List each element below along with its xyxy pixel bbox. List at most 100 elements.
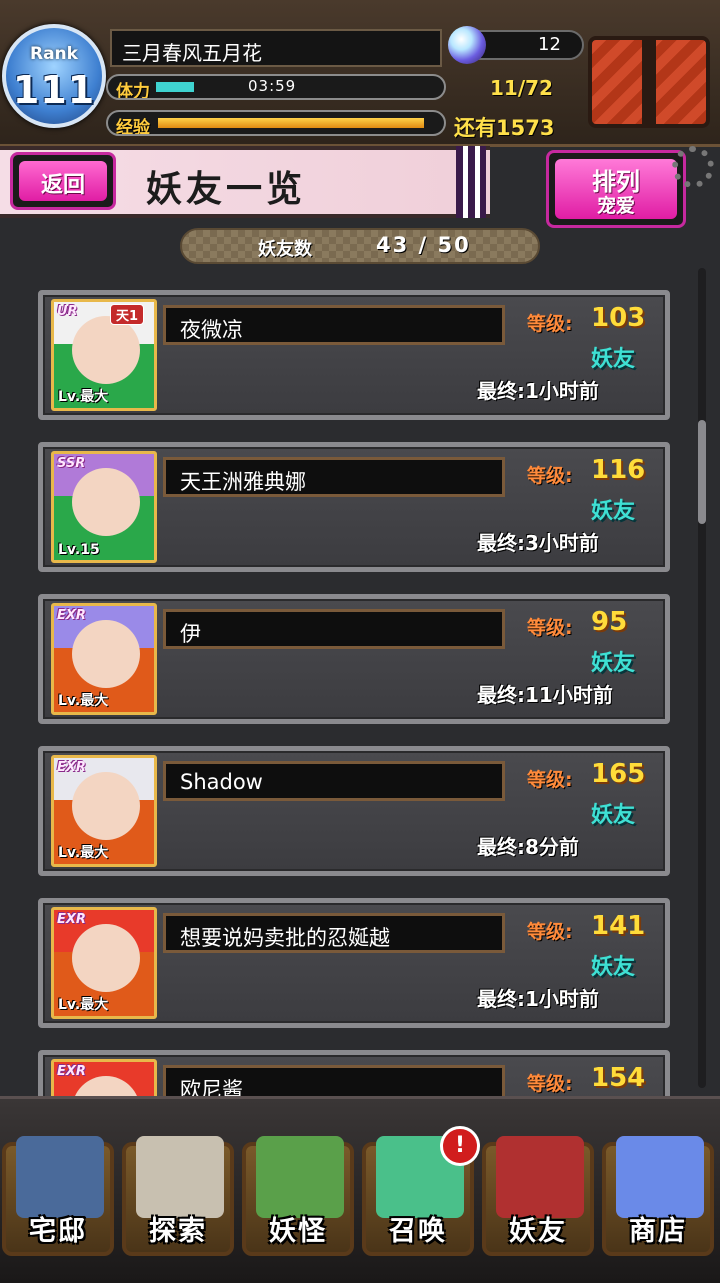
- friend-count-value: 43 / 50: [376, 233, 471, 257]
- friend-name: 想要说妈卖批的忍娫越: [180, 926, 390, 950]
- friend-card[interactable]: SSR Lv.15 天王洲雅典娜 等级: 116 妖友 最终:3小时前: [38, 442, 670, 572]
- magnifier-icon: [136, 1136, 224, 1218]
- stamina-count: 11/72: [490, 76, 553, 100]
- friend-list[interactable]: UR 天1 Lv.最大 夜微凉 等级: 103 妖友 最终:1小时前 SSR Lv.15 天王洲雅典…: [0, 280, 720, 1096]
- friend-card[interactable]: EXR Lv.最大 想要说妈卖批的忍娫越 等级: 141 妖友最终:1小时前: [38, 898, 670, 1028]
- relation-status: 妖友: [591, 955, 636, 980]
- sort-button[interactable]: 排列 宠爱: [546, 150, 686, 228]
- last-seen: 最终:8分前: [477, 835, 579, 859]
- nav-label: 探索: [149, 1216, 207, 1247]
- friend-name: 欧尼酱: [180, 1078, 243, 1096]
- card-level: Lv.最大: [58, 389, 109, 405]
- avatar[interactable]: EXR: [51, 1059, 157, 1096]
- back-button[interactable]: 返回: [10, 152, 116, 210]
- nav-label: 妖友: [509, 1216, 567, 1247]
- catgirl-icon: [496, 1136, 584, 1218]
- level-label: 等级:: [527, 1073, 573, 1095]
- friend-name-box: 天王洲雅典娜: [163, 457, 505, 497]
- nav-label: 宅邸: [29, 1216, 87, 1247]
- level-label: 等级:: [527, 617, 573, 639]
- nav-button[interactable]: 宅邸: [2, 1136, 114, 1256]
- friend-name: 伊: [180, 622, 201, 646]
- friend-name-box: 欧尼酱: [163, 1065, 505, 1096]
- orb-icon: [616, 1136, 704, 1218]
- avatar[interactable]: EXR Lv.最大: [51, 907, 157, 1019]
- friend-name-box: 伊: [163, 609, 505, 649]
- last-seen: 最终:1小时前: [477, 379, 599, 403]
- gift-box-band: [642, 40, 656, 124]
- card-level: Lv.15: [58, 542, 100, 558]
- nav-button[interactable]: 商店: [602, 1136, 714, 1256]
- friend-count-label: 妖友数: [258, 239, 312, 260]
- level-label: 等级:: [527, 921, 573, 943]
- friend-card[interactable]: EXR Lv.最大 伊 等级: 95 妖友 最终:11小时前: [38, 594, 670, 724]
- nav-button[interactable]: 妖友: [482, 1136, 594, 1256]
- player-name: 三月春风五月花: [122, 41, 262, 65]
- gear-icon: [672, 146, 714, 188]
- stamina-fill: [156, 82, 194, 92]
- rarity-badge: EXR: [57, 1064, 86, 1079]
- friend-count-pill: 妖友数 43 / 50: [180, 228, 540, 264]
- player-level: 165: [591, 759, 646, 789]
- nav-label: 妖怪: [269, 1216, 327, 1247]
- gift-box-icon[interactable]: [588, 36, 710, 128]
- relation-status: 妖友: [591, 347, 636, 372]
- friend-name: Shadow: [180, 770, 263, 794]
- friend-card[interactable]: EXR Lv.最大 Shadow 等级: 165 妖友 最终:8分前: [38, 746, 670, 876]
- orb-icon: [448, 26, 486, 64]
- rank-value: 111: [12, 68, 96, 112]
- friend-name-box: 夜微凉: [163, 305, 505, 345]
- stamina-label: 体力: [116, 82, 150, 100]
- friend-card[interactable]: EXR 欧尼酱 等级: 154: [38, 1050, 670, 1096]
- exp-fill: [158, 118, 424, 128]
- relation-status: 妖友: [591, 803, 636, 828]
- player-level: 154: [591, 1063, 646, 1093]
- rarity-badge: SSR: [57, 456, 86, 471]
- friend-name-box: 想要说妈卖批的忍娫越: [163, 913, 505, 953]
- alert-badge: !: [440, 1126, 480, 1166]
- relation-status: 妖友: [591, 651, 636, 676]
- nav-label: 商店: [629, 1216, 687, 1247]
- scrollbar-track[interactable]: [698, 268, 706, 1088]
- player-level: 141: [591, 911, 646, 941]
- avatar-face: [72, 772, 140, 840]
- friend-card[interactable]: UR 天1 Lv.最大 夜微凉 等级: 103 妖友最终:1小时前: [38, 290, 670, 420]
- back-button-face: 返回: [19, 161, 107, 201]
- level-label: 等级:: [527, 313, 573, 335]
- rarity-badge: UR: [57, 304, 78, 319]
- player-level: 116: [591, 455, 646, 485]
- level-label: 等级:: [527, 769, 573, 791]
- sort-button-face: 排列 宠爱: [555, 159, 677, 219]
- rank-label: Rank: [30, 44, 78, 64]
- last-seen: 最终:3小时前: [477, 531, 599, 555]
- relation-status: 妖友: [591, 499, 636, 524]
- avatar[interactable]: EXR Lv.最大: [51, 603, 157, 715]
- nav-label: 召唤: [389, 1216, 447, 1247]
- avatar[interactable]: SSR Lv.15: [51, 451, 157, 563]
- player-level: 95: [591, 607, 628, 637]
- scroll-icon: [256, 1136, 344, 1218]
- rarity-badge: EXR: [57, 608, 86, 623]
- stamina-bar: 体力 03:59: [106, 74, 446, 100]
- avatar-face: [72, 316, 140, 384]
- rarity-badge: EXR: [57, 760, 86, 775]
- scrollbar-thumb[interactable]: [698, 420, 706, 524]
- friend-name: 夜微凉: [180, 318, 243, 342]
- avatar[interactable]: EXR Lv.最大: [51, 755, 157, 867]
- exp-remaining: 还有1573: [454, 116, 555, 140]
- nav-button[interactable]: 探索: [122, 1136, 234, 1256]
- card-level: Lv.最大: [58, 693, 109, 709]
- avatar[interactable]: UR 天1 Lv.最大: [51, 299, 157, 411]
- rank-badge[interactable]: Rank 111: [2, 24, 106, 128]
- rarity-badge: EXR: [57, 912, 86, 927]
- exp-bar: 经验: [106, 110, 446, 136]
- player-level: 103: [591, 303, 646, 333]
- back-label: 返回: [40, 173, 85, 198]
- player-name-box: 三月春风五月花: [110, 29, 442, 67]
- last-seen: 最终:1小时前: [477, 987, 599, 1011]
- stamina-timer: 03:59: [248, 77, 297, 95]
- nav-button[interactable]: 妖怪: [242, 1136, 354, 1256]
- rank-tag: 天1: [110, 304, 145, 325]
- sort-value: 宠爱: [596, 195, 635, 217]
- title-stripe: [456, 146, 486, 218]
